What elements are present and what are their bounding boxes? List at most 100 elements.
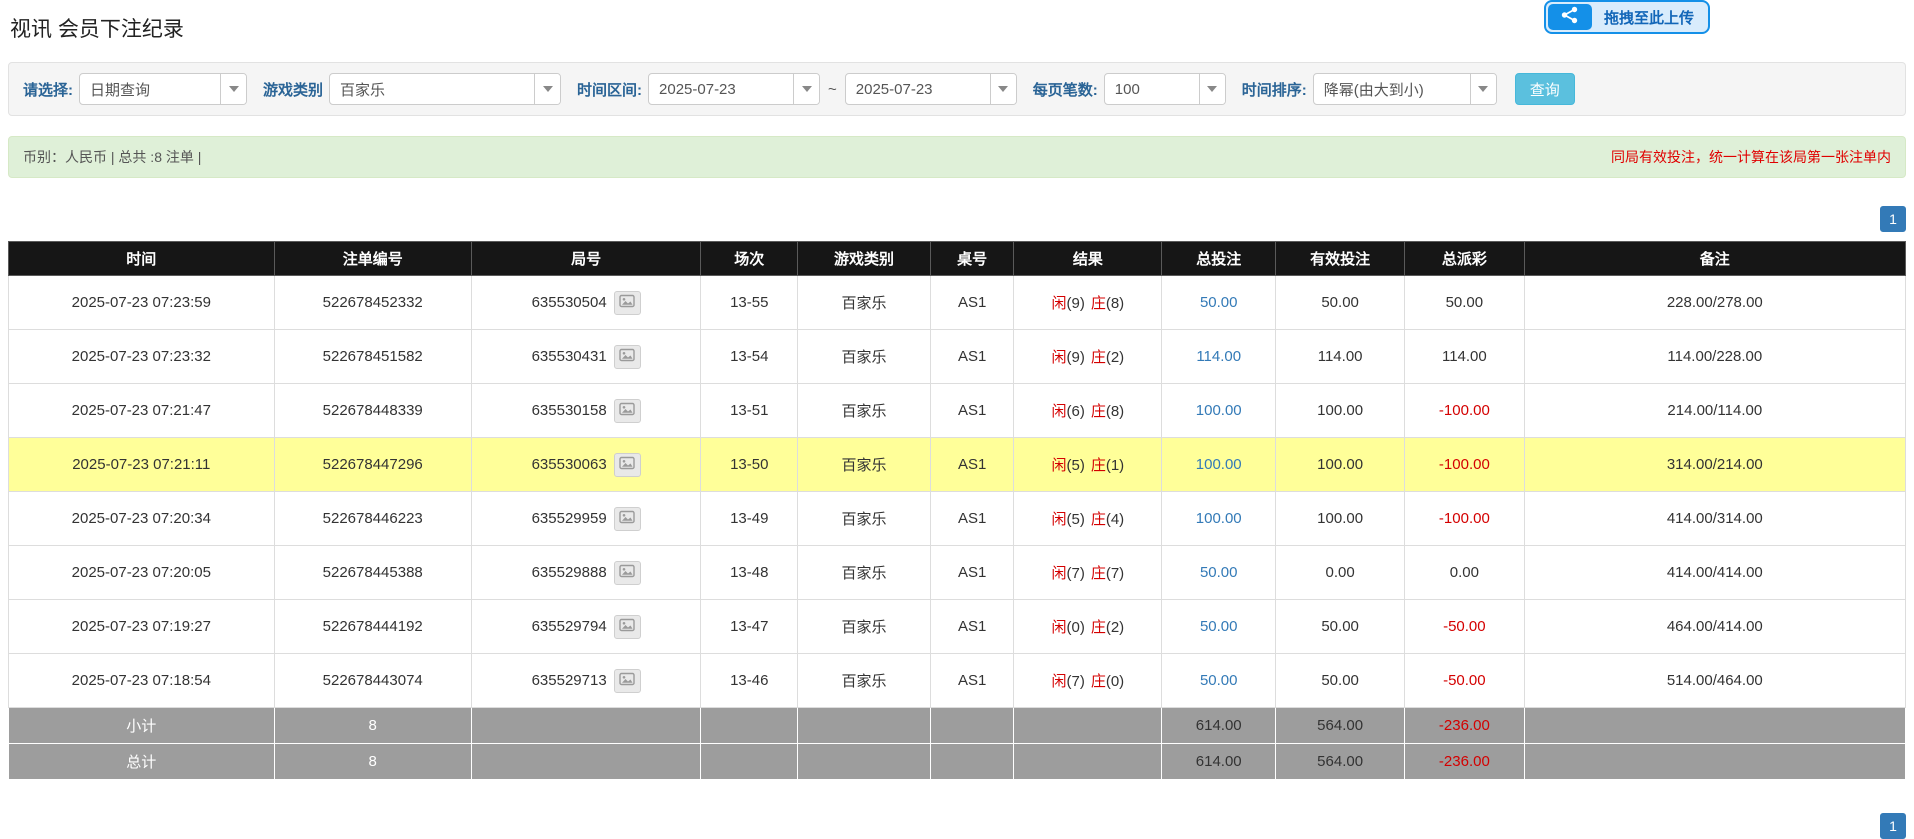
result-banker-label: 庄	[1091, 349, 1106, 366]
records-table: 时间注单编号局号场次游戏类别桌号结果总投注有效投注总派彩备注 2025-07-2…	[8, 241, 1906, 780]
round-id: 635530063	[532, 456, 607, 473]
cell-result: 闲(0)庄(2)	[1014, 600, 1162, 654]
table-foot: 小计 8 614.00 564.00 -236.00 总计 8 614.00 5…	[9, 708, 1906, 780]
video-replay-button[interactable]	[614, 399, 641, 423]
total-bet-link[interactable]: 100.00	[1196, 456, 1242, 473]
pagination-top: 1	[8, 206, 1906, 232]
video-replay-button[interactable]	[614, 291, 641, 315]
date-from-select: 2025-07-23	[648, 73, 820, 105]
date-from-dropdown-button[interactable]	[793, 74, 819, 104]
cell-table-no: AS1	[930, 438, 1013, 492]
total-bet-link[interactable]: 50.00	[1200, 618, 1238, 635]
cell-valid-bet: 50.00	[1276, 654, 1405, 708]
table-row[interactable]: 2025-07-23 07:23:32 522678451582 6355304…	[9, 330, 1906, 384]
round-id: 635529794	[532, 618, 607, 635]
video-snapshot-icon	[619, 402, 635, 419]
filter-bar: 请选择: 日期查询 游戏类别 百家乐 时间区间: 2025-07-23 ~ 20…	[8, 62, 1906, 116]
table-row[interactable]: 2025-07-23 07:21:47 522678448339 6355301…	[9, 384, 1906, 438]
date-to-value[interactable]: 2025-07-23	[846, 74, 990, 104]
video-replay-button[interactable]	[614, 507, 641, 531]
top-bar: 视讯 会员下注纪录 拖拽至此上传	[0, 0, 1914, 62]
round-id: 635530504	[532, 294, 607, 311]
cell-round: 635529888	[471, 546, 701, 600]
cell-result: 闲(9)庄(2)	[1014, 330, 1162, 384]
column-header: 桌号	[930, 242, 1013, 276]
cell-game-type: 百家乐	[798, 600, 931, 654]
total-bet-link[interactable]: 100.00	[1196, 510, 1242, 527]
page-size-dropdown-button[interactable]	[1199, 74, 1225, 104]
table-row[interactable]: 2025-07-23 07:20:34 522678446223 6355299…	[9, 492, 1906, 546]
video-replay-button[interactable]	[614, 345, 641, 369]
upload-dropzone[interactable]: 拖拽至此上传	[1544, 0, 1710, 34]
cell-bet-id: 522678443074	[274, 654, 471, 708]
filter-label-game: 游戏类别	[263, 79, 323, 100]
query-mode-dropdown-button[interactable]	[220, 74, 246, 104]
cell-total-bet: 100.00	[1162, 438, 1276, 492]
cell-valid-bet: 0.00	[1276, 546, 1405, 600]
video-replay-button[interactable]	[614, 453, 641, 477]
cell-table-no: AS1	[930, 600, 1013, 654]
time-sort-value[interactable]: 降幂(由大到小)	[1314, 74, 1470, 104]
result-banker-score: (2)	[1106, 619, 1124, 636]
footer-valid-bet: 564.00	[1276, 744, 1405, 780]
total-bet-link[interactable]: 50.00	[1200, 294, 1238, 311]
caret-down-icon	[802, 86, 812, 92]
date-from-value[interactable]: 2025-07-23	[649, 74, 793, 104]
table-row[interactable]: 2025-07-23 07:21:11 522678447296 6355300…	[9, 438, 1906, 492]
cell-result: 闲(5)庄(4)	[1014, 492, 1162, 546]
table-row[interactable]: 2025-07-23 07:20:05 522678445388 6355298…	[9, 546, 1906, 600]
video-snapshot-icon	[619, 456, 635, 473]
pagination-page-1-bottom[interactable]: 1	[1880, 813, 1906, 839]
result-player-score: (6)	[1066, 403, 1084, 420]
column-header: 游戏类别	[798, 242, 931, 276]
video-replay-button[interactable]	[614, 615, 641, 639]
cell-table-no: AS1	[930, 546, 1013, 600]
cell-time: 2025-07-23 07:20:34	[9, 492, 275, 546]
video-replay-button[interactable]	[614, 561, 641, 585]
result-player-score: (7)	[1066, 673, 1084, 690]
date-to-dropdown-button[interactable]	[990, 74, 1016, 104]
total-bet-link[interactable]: 50.00	[1200, 564, 1238, 581]
total-bet-link[interactable]: 50.00	[1200, 672, 1238, 689]
result-banker-label: 庄	[1091, 511, 1106, 528]
time-sort-dropdown-button[interactable]	[1470, 74, 1496, 104]
game-type-dropdown-button[interactable]	[534, 74, 560, 104]
caret-down-icon	[998, 86, 1008, 92]
result-banker-label: 庄	[1091, 673, 1106, 690]
cell-round: 635529713	[471, 654, 701, 708]
total-bet-link[interactable]: 100.00	[1196, 402, 1242, 419]
game-type-value[interactable]: 百家乐	[330, 74, 534, 104]
column-header: 时间	[9, 242, 275, 276]
upload-icon-tile	[1548, 4, 1592, 30]
total-bet-link[interactable]: 114.00	[1196, 348, 1241, 365]
table-header-row: 时间注单编号局号场次游戏类别桌号结果总投注有效投注总派彩备注	[9, 242, 1906, 276]
table-row[interactable]: 2025-07-23 07:19:27 522678444192 6355297…	[9, 600, 1906, 654]
table-row[interactable]: 2025-07-23 07:23:59 522678452332 6355305…	[9, 276, 1906, 330]
round-id: 635529959	[532, 510, 607, 527]
cell-total-bet: 100.00	[1162, 384, 1276, 438]
cell-remark: 214.00/114.00	[1524, 384, 1905, 438]
cell-valid-bet: 50.00	[1276, 276, 1405, 330]
search-button[interactable]: 查询	[1515, 73, 1575, 105]
column-header: 备注	[1524, 242, 1905, 276]
pagination-page-1[interactable]: 1	[1880, 206, 1906, 232]
video-snapshot-icon	[619, 294, 635, 311]
cell-round: 635529794	[471, 600, 701, 654]
cell-session: 13-48	[701, 546, 798, 600]
cell-time: 2025-07-23 07:21:11	[9, 438, 275, 492]
video-snapshot-icon	[619, 618, 635, 635]
cell-bet-id: 522678447296	[274, 438, 471, 492]
result-banker-score: (0)	[1106, 673, 1124, 690]
cell-result: 闲(5)庄(1)	[1014, 438, 1162, 492]
query-mode-select: 日期查询	[79, 73, 247, 105]
page-size-value[interactable]: 100	[1105, 74, 1199, 104]
cell-bet-id: 522678444192	[274, 600, 471, 654]
table-footer-row: 小计 8 614.00 564.00 -236.00	[9, 708, 1906, 744]
cell-session: 13-49	[701, 492, 798, 546]
video-replay-button[interactable]	[614, 669, 641, 693]
query-mode-value[interactable]: 日期查询	[80, 74, 220, 104]
cell-payout: 114.00	[1405, 330, 1525, 384]
footer-total-bet: 614.00	[1162, 708, 1276, 744]
table-row[interactable]: 2025-07-23 07:18:54 522678443074 6355297…	[9, 654, 1906, 708]
result-player-label: 闲	[1051, 619, 1066, 636]
